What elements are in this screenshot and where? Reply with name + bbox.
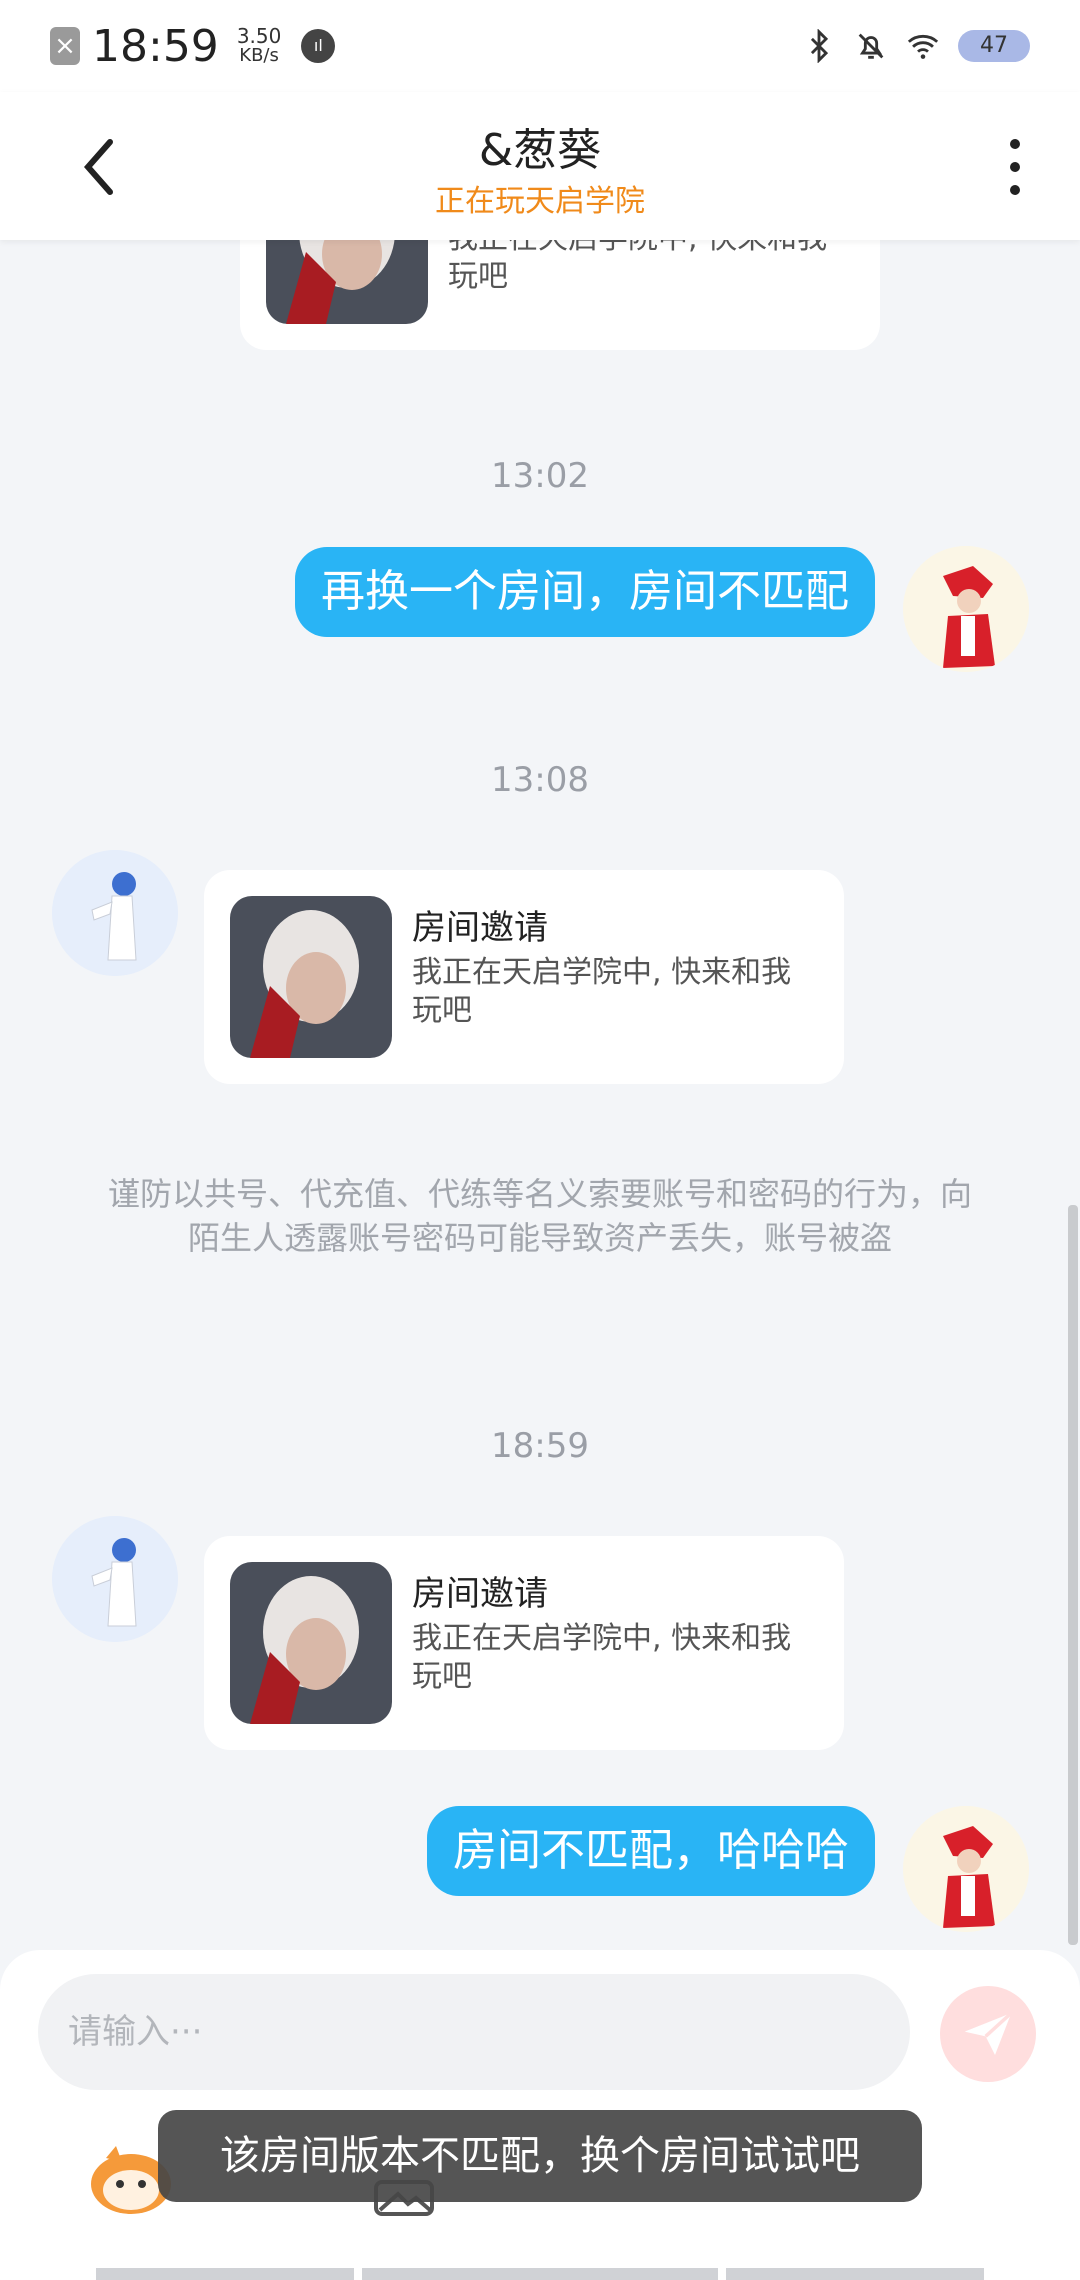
security-notice: 谨防以共号、代充值、代练等名义索要账号和密码的行为，向陌生人透露账号密码可能导致… bbox=[107, 1175, 972, 1257]
status-bar: × 18:59 3.50 KB/s ıl 47 bbox=[0, 0, 1080, 92]
scrollbar[interactable] bbox=[1068, 1205, 1078, 1945]
toast-message: 该房间版本不匹配，换个房间试试吧 bbox=[158, 2110, 922, 2202]
contact-avatar[interactable] bbox=[52, 1516, 178, 1642]
message-timestamp: 13:02 bbox=[491, 456, 589, 496]
bottom-tab-hint bbox=[362, 2268, 718, 2280]
invite-description: 我正在天启学院中, 快来和我玩吧 bbox=[412, 1621, 792, 1694]
outgoing-message-bubble[interactable]: 再换一个房间，房间不匹配 bbox=[295, 547, 875, 637]
game-character-thumbnail bbox=[230, 896, 392, 1058]
contact-status: 正在玩天启学院 bbox=[435, 184, 645, 219]
contact-name: &葱葵 bbox=[478, 125, 602, 176]
my-avatar[interactable] bbox=[903, 546, 1029, 672]
network-speed: 3.50 KB/s bbox=[236, 24, 282, 66]
notification-x-icon: × bbox=[50, 27, 80, 65]
chat-screen: × 18:59 3.50 KB/s ıl 47 &葱葵 正在玩天启学院 玩吧 1… bbox=[0, 0, 1080, 2280]
send-icon bbox=[964, 2011, 1013, 2055]
contact-avatar[interactable] bbox=[52, 850, 178, 976]
mute-bell-icon bbox=[858, 33, 884, 59]
outgoing-message-bubble[interactable]: 房间不匹配，哈哈哈 bbox=[427, 1806, 875, 1896]
battery-indicator: 47 bbox=[958, 30, 1030, 62]
more-options-button[interactable] bbox=[1000, 132, 1030, 202]
send-button[interactable] bbox=[940, 1986, 1036, 2082]
room-invite-card[interactable]: 房间邀请 我正在天启学院中, 快来和我玩吧 bbox=[204, 870, 844, 1084]
chat-header: &葱葵 正在玩天启学院 bbox=[0, 92, 1080, 240]
room-invite-card[interactable]: 房间邀请 我正在天启学院中, 快来和我玩吧 bbox=[204, 1536, 844, 1750]
invite-description: 我正在天启学院中, 快来和我玩吧 bbox=[412, 955, 792, 1028]
audio-record-icon: ıl bbox=[301, 29, 336, 63]
invite-title: 房间邀请 bbox=[412, 908, 548, 948]
message-timestamp: 18:59 bbox=[491, 1426, 589, 1466]
game-character-thumbnail bbox=[230, 1562, 392, 1724]
message-input[interactable] bbox=[38, 1974, 910, 2090]
status-time: 18:59 bbox=[92, 20, 219, 72]
wifi-icon bbox=[907, 34, 939, 59]
my-avatar[interactable] bbox=[903, 1806, 1029, 1932]
invite-title: 房间邀请 bbox=[412, 1574, 548, 1614]
message-timestamp: 13:08 bbox=[491, 760, 589, 800]
bottom-tab-hint bbox=[96, 2268, 354, 2280]
bluetooth-icon bbox=[810, 29, 829, 63]
bottom-tab-hint bbox=[726, 2268, 984, 2280]
